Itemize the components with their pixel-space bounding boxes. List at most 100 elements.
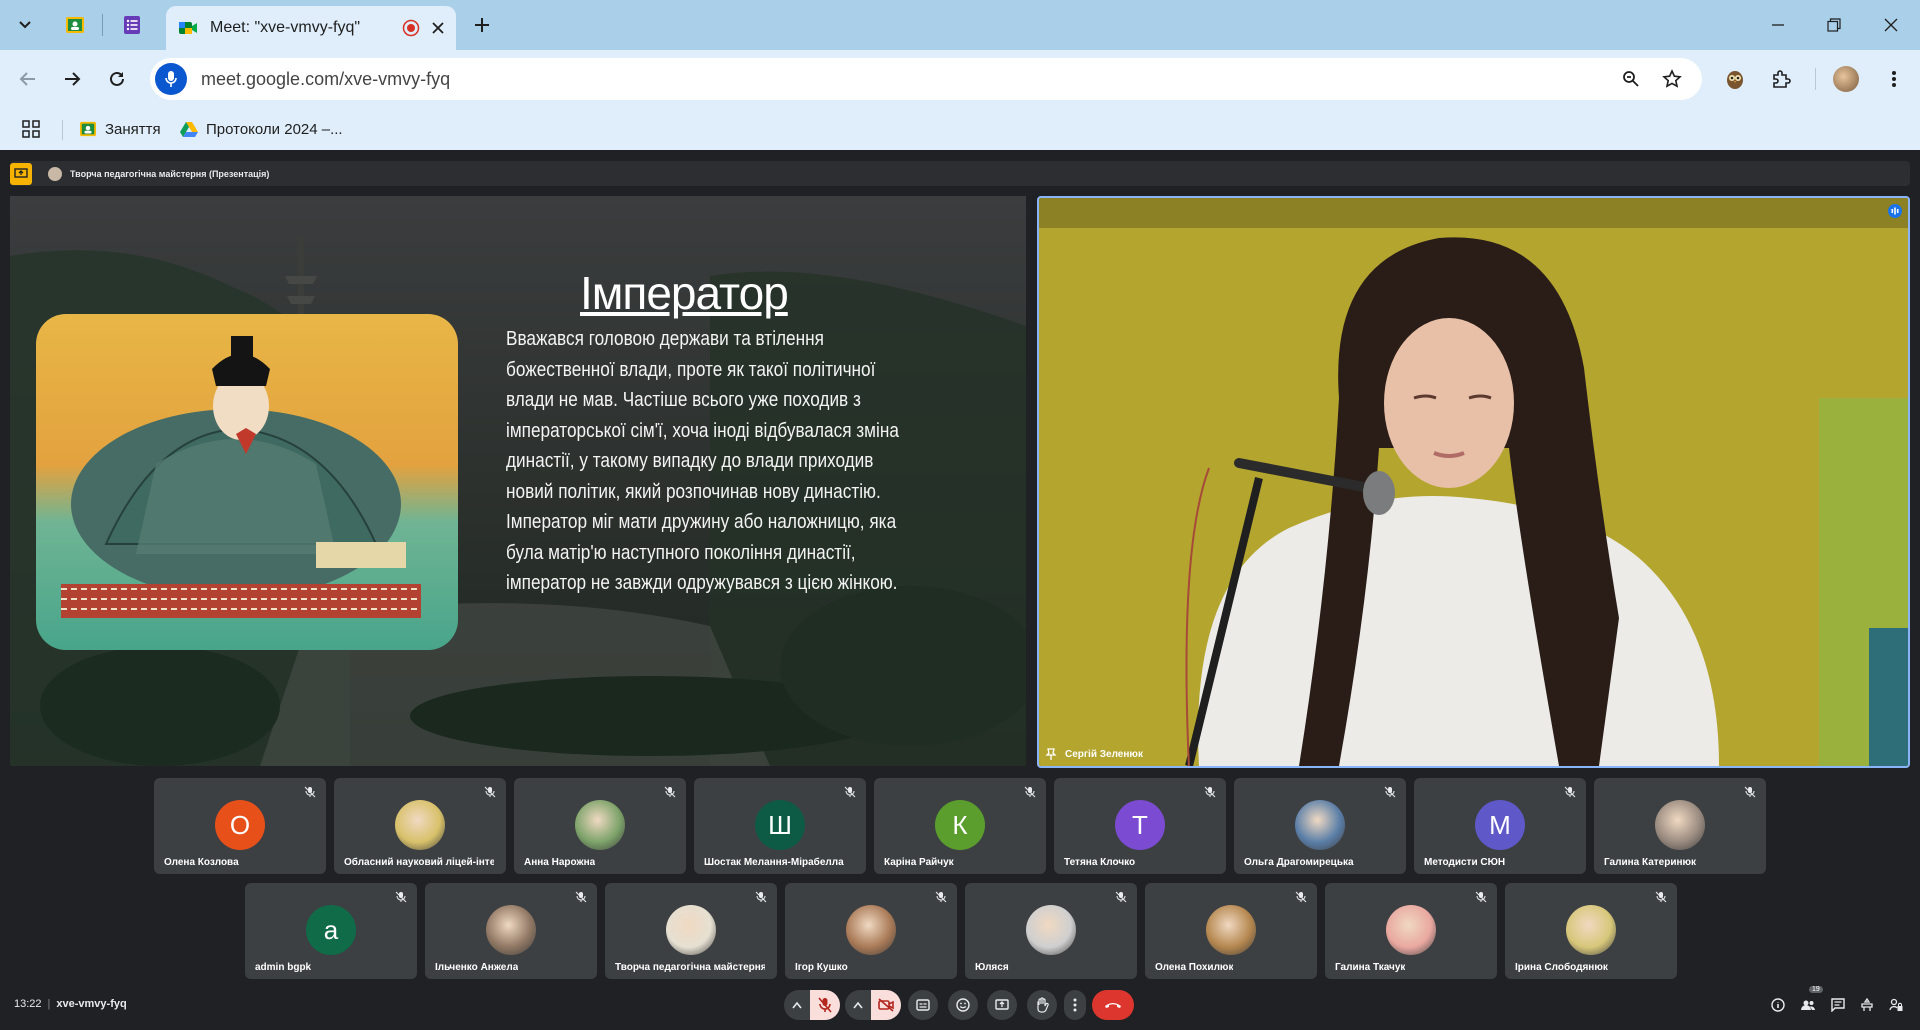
leave-call-button[interactable]: [1092, 990, 1134, 1020]
participant-name: Олена Похилюк: [1155, 962, 1234, 973]
meeting-info-button[interactable]: [1768, 990, 1788, 1020]
participant-tile[interactable]: Галина Ткачук: [1325, 883, 1497, 979]
mic-off-icon: [818, 997, 832, 1013]
restore-button[interactable]: [1814, 10, 1854, 40]
shared-slide: Імператор Вважався головою держави та вт…: [10, 196, 1026, 766]
avatar: [395, 800, 445, 850]
participant-name: Ігор Кушко: [795, 962, 848, 973]
avatar: [846, 905, 896, 955]
pinned-tab-forms[interactable]: [116, 9, 148, 41]
avatar: [1026, 905, 1076, 955]
video-options-button[interactable]: [845, 990, 871, 1020]
arrow-left-icon: [19, 72, 35, 86]
extension-owl-button[interactable]: [1719, 63, 1751, 95]
meet-stage: Творча педагогічна майстерня (Презентаці…: [0, 150, 1920, 1030]
emoji-icon: [956, 998, 970, 1012]
address-bar[interactable]: meet.google.com/xve-vmvy-fyq: [150, 58, 1702, 100]
avatar: [666, 905, 716, 955]
audio-level-indicator: [1888, 204, 1902, 218]
lock-person-icon: [1889, 998, 1903, 1011]
bookmark-label: Заняття: [105, 120, 161, 138]
bookmark-zaniattia[interactable]: Заняття: [79, 116, 161, 142]
participant-tile[interactable]: Творча педагогічна майстерня: [605, 883, 777, 979]
participant-name: Методисти СЮН: [1424, 857, 1506, 868]
mic-off-icon: [1384, 786, 1396, 798]
present-screen-button[interactable]: [987, 990, 1017, 1020]
participant-tile[interactable]: Обласний науковий ліцей-інтер...: [334, 778, 506, 874]
pinned-tab-classroom[interactable]: [59, 9, 91, 41]
audio-bars-icon: [1891, 207, 1899, 215]
participant-tile[interactable]: Анна Нарожна: [514, 778, 686, 874]
back-button[interactable]: [12, 63, 44, 95]
forward-button[interactable]: [56, 63, 88, 95]
participant-name: Галина Катеринюк: [1604, 857, 1697, 868]
reactions-button[interactable]: [948, 990, 978, 1020]
microphone-in-use-indicator[interactable]: [155, 63, 187, 95]
avatar: К: [935, 800, 985, 850]
camera-toggle[interactable]: [871, 990, 901, 1020]
speaker-video: [1039, 198, 1908, 766]
microphone-toggle[interactable]: [810, 990, 840, 1020]
chat-button[interactable]: [1828, 990, 1848, 1020]
apps-button[interactable]: [22, 116, 40, 142]
new-tab-button[interactable]: [466, 9, 498, 41]
avatar: [575, 800, 625, 850]
people-icon: [1801, 1000, 1815, 1010]
participant-tile[interactable]: Ільченко Анжела: [425, 883, 597, 979]
browser-menu-button[interactable]: [1878, 63, 1910, 95]
participant-name: Анна Нарожна: [524, 857, 596, 868]
participant-tile[interactable]: Ш Шостак Мелання-Мірабелла: [694, 778, 866, 874]
avatar: Ш: [755, 800, 805, 850]
avatar: [1295, 800, 1345, 850]
participant-tile[interactable]: К Каріна Райчук: [874, 778, 1046, 874]
participant-tile[interactable]: Т Тетяна Клочко: [1054, 778, 1226, 874]
avatar: М: [1475, 800, 1525, 850]
reload-button[interactable]: [101, 63, 133, 95]
raise-hand-button[interactable]: [1027, 990, 1057, 1020]
close-icon: [1884, 18, 1898, 32]
more-options-button[interactable]: [1064, 990, 1086, 1020]
participant-name: Каріна Райчук: [884, 857, 954, 868]
captions-button[interactable]: [908, 990, 938, 1020]
star-icon[interactable]: [1662, 69, 1682, 89]
participant-tile[interactable]: Юляся: [965, 883, 1137, 979]
minimize-icon: [1772, 24, 1784, 26]
people-button[interactable]: 19: [1797, 986, 1823, 1020]
mic-off-icon: [1744, 786, 1756, 798]
url-text[interactable]: meet.google.com/xve-vmvy-fyq: [201, 69, 1622, 90]
participant-tile[interactable]: a admin bgpk: [245, 883, 417, 979]
window-close-button[interactable]: [1871, 10, 1911, 40]
chevron-down-icon: [19, 21, 31, 29]
avatar: a: [306, 905, 356, 955]
close-icon[interactable]: [432, 22, 444, 34]
participant-tile[interactable]: Ігор Кушко: [785, 883, 957, 979]
participant-tile[interactable]: О Олена Козлова: [154, 778, 326, 874]
chevron-up-icon: [792, 1001, 802, 1009]
participant-name: Тетяна Клочко: [1064, 857, 1136, 868]
extensions-button[interactable]: [1765, 63, 1797, 95]
presenting-indicator[interactable]: [10, 162, 32, 185]
zoom-icon[interactable]: [1622, 70, 1640, 88]
tab-search-button[interactable]: [9, 9, 41, 41]
minimize-button[interactable]: [1758, 10, 1798, 40]
participant-tile[interactable]: Олена Похилюк: [1145, 883, 1317, 979]
browser-toolbar: meet.google.com/xve-vmvy-fyq: [0, 50, 1920, 108]
participant-tile[interactable]: Галина Катеринюк: [1594, 778, 1766, 874]
meet-icon: [179, 22, 197, 34]
profile-button[interactable]: [1830, 63, 1862, 95]
slide-title: Імператор: [580, 267, 789, 319]
more-vert-icon: [1892, 71, 1896, 87]
mic-off-icon: [1115, 891, 1127, 903]
participant-tile[interactable]: Ольга Драгомирецька: [1234, 778, 1406, 874]
activities-button[interactable]: [1857, 990, 1877, 1020]
participant-tile[interactable]: М Методисти СЮН: [1414, 778, 1586, 874]
tab-meet[interactable]: Meet: "xve-vmvy-fyq": [166, 6, 456, 50]
participant-tile[interactable]: Ірина Слободянюк: [1505, 883, 1677, 979]
bookmark-protokoly[interactable]: Протоколи 2024 –...: [180, 116, 343, 142]
audio-options-button[interactable]: [784, 990, 810, 1020]
host-controls-button[interactable]: [1886, 990, 1906, 1020]
mic-off-icon: [844, 786, 856, 798]
camera-off-icon: [878, 998, 894, 1012]
speaker-tile[interactable]: Сергій Зеленюк: [1037, 196, 1910, 768]
avatar: [1655, 800, 1705, 850]
